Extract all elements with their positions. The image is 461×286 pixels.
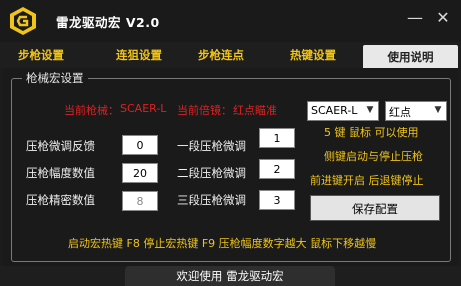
gun-select[interactable]: SCAER-L ▼ [307, 101, 379, 121]
tab-sniper-settings[interactable]: 连狙设置 [108, 42, 170, 68]
gun-select-value: SCAER-L [311, 104, 358, 117]
current-scope-value: 红点瞄准 [233, 104, 277, 117]
stage-label-2: 二段压枪微调 [177, 166, 246, 180]
chevron-down-icon: ▼ [366, 105, 374, 115]
field-label-recoil-feedback: 压枪微调反馈 [26, 139, 95, 153]
recoil-amount-input[interactable]: 20 [122, 163, 158, 183]
tab-bar: 步枪设置 连狙设置 步枪连点 热键设置 使用说明 [0, 42, 461, 70]
hint-side-keys: 侧键启动与停止压枪 [324, 150, 423, 163]
stage-label-3: 三段压枪微调 [177, 193, 246, 207]
stage-2-input[interactable]: 2 [259, 159, 295, 179]
tab-instructions[interactable]: 使用说明 [363, 45, 458, 70]
recoil-feedback-input[interactable]: 0 [122, 135, 158, 155]
hotkey-note: 启动宏热键 F8 停止宏热键 F9 压枪幅度数字越大 鼠标下移越慢 [68, 237, 377, 250]
group-label: 枪械宏设置 [22, 70, 88, 86]
field-label-recoil-amount: 压枪幅度数值 [26, 166, 95, 180]
footer-bar: 欢迎使用 雷龙驱动宏 [0, 266, 461, 286]
tab-rifle-settings[interactable]: 步枪设置 [10, 42, 72, 68]
settings-panel: 枪械宏设置 当前枪械： SCAER-L 当前倍镜： 红点瞄准 SCAER-L ▼… [3, 68, 458, 266]
stage-1-input[interactable]: 1 [259, 128, 295, 148]
app-title: 雷龙驱动宏 V2.0 [56, 15, 160, 30]
app-logo-icon [10, 7, 36, 35]
gun-macro-group: 枪械宏设置 当前枪械： SCAER-L 当前倍镜： 红点瞄准 SCAER-L ▼… [11, 70, 451, 262]
hint-forward-back: 前进键开启 后退键停止 [310, 174, 424, 187]
tab-hotkey-settings[interactable]: 热键设置 [282, 42, 344, 68]
close-button[interactable]: ✕ [431, 7, 455, 29]
stage-3-input[interactable]: 3 [259, 190, 295, 210]
title-bar: 雷龙驱动宏 V2.0 — ✕ [0, 0, 461, 42]
recoil-precision-input[interactable]: 8 [122, 191, 158, 211]
minimize-button[interactable]: — [403, 7, 427, 29]
tab-rifle-click[interactable]: 步枪连点 [190, 42, 252, 68]
scope-select-value: 红点 [389, 106, 411, 119]
chevron-down-icon: ▼ [434, 105, 442, 115]
field-label-recoil-precision: 压枪精密数值 [26, 193, 95, 207]
hint-mouse-keys: 5 键 鼠标 可以使用 [324, 126, 419, 139]
current-scope-label: 当前倍镜： [177, 104, 232, 117]
scope-select[interactable]: 红点 ▼ [385, 101, 447, 121]
stage-label-1: 一段压枪微调 [177, 139, 246, 153]
footer-welcome: 欢迎使用 雷龙驱动宏 [125, 266, 335, 286]
save-config-button[interactable]: 保存配置 [310, 195, 440, 221]
current-gun-label: 当前枪械： [64, 104, 119, 117]
current-gun-value: SCAER-L [120, 102, 167, 115]
